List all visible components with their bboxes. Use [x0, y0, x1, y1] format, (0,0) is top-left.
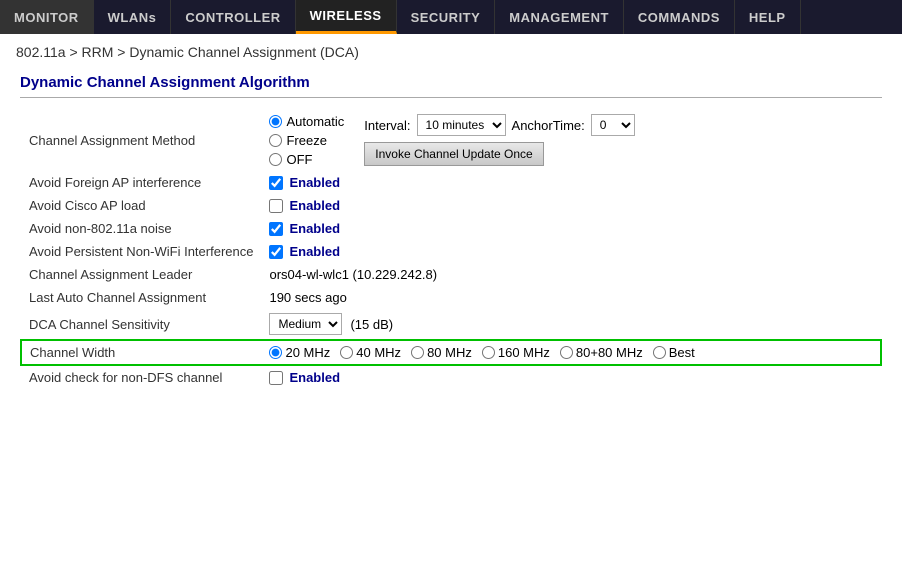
avoid-noise-enabled: Enabled: [289, 221, 340, 236]
cw-best-label: Best: [669, 345, 695, 360]
cw-160mhz-option[interactable]: 160 MHz: [482, 345, 550, 360]
cw-80mhz-option[interactable]: 80 MHz: [411, 345, 472, 360]
main-content: Dynamic Channel Assignment Algorithm Cha…: [0, 64, 902, 409]
breadcrumb: 802.11a > RRM > Dynamic Channel Assignme…: [0, 34, 902, 64]
cw-20mhz-option[interactable]: 20 MHz: [269, 345, 330, 360]
channel-leader-value: ors04-wl-wlc1 (10.229.242.8): [261, 263, 881, 286]
last-auto-label: Last Auto Channel Assignment: [21, 286, 261, 309]
last-auto-row: Last Auto Channel Assignment 190 secs ag…: [21, 286, 881, 309]
avoid-dfs-value: Enabled: [261, 365, 881, 389]
cw-80mhz-radio[interactable]: [411, 346, 424, 359]
method-freeze-radio[interactable]: [269, 134, 282, 147]
avoid-noise-value: Enabled: [261, 217, 881, 240]
nav-management[interactable]: MANAGEMENT: [495, 0, 624, 34]
avoid-dfs-checkbox[interactable]: [269, 371, 283, 385]
top-navigation: MONITOR WLANs CONTROLLER WIRELESS SECURI…: [0, 0, 902, 34]
nav-commands[interactable]: COMMANDS: [624, 0, 735, 34]
cw-best-radio[interactable]: [653, 346, 666, 359]
avoid-dfs-row: Avoid check for non-DFS channel Enabled: [21, 365, 881, 389]
avoid-cisco-ap-enabled: Enabled: [289, 198, 340, 213]
avoid-foreign-ap-row: Avoid Foreign AP interference Enabled: [21, 171, 881, 194]
nav-wireless[interactable]: WIRELESS: [296, 0, 397, 34]
avoid-persistent-row: Avoid Persistent Non-WiFi Interference E…: [21, 240, 881, 263]
avoid-foreign-ap-enabled: Enabled: [289, 175, 340, 190]
cw-80plus80mhz-option[interactable]: 80+80 MHz: [560, 345, 643, 360]
avoid-noise-checkbox[interactable]: [269, 222, 283, 236]
last-auto-value: 190 secs ago: [261, 286, 881, 309]
channel-assignment-method-row: Channel Assignment Method Automatic Free…: [21, 110, 881, 171]
anchor-time-select[interactable]: 0123 4567 891011 12131415 16171819 20212…: [591, 114, 635, 136]
cw-40mhz-option[interactable]: 40 MHz: [340, 345, 401, 360]
cw-20mhz-radio[interactable]: [269, 346, 282, 359]
cw-20mhz-label: 20 MHz: [285, 345, 330, 360]
avoid-persistent-value: Enabled: [261, 240, 881, 263]
avoid-dfs-label: Avoid check for non-DFS channel: [21, 365, 261, 389]
interval-row: Interval: 10 minutes 1 minute 2 minutes …: [364, 114, 634, 136]
cw-80plus80mhz-radio[interactable]: [560, 346, 573, 359]
avoid-persistent-enabled: Enabled: [289, 244, 340, 259]
cw-best-option[interactable]: Best: [653, 345, 695, 360]
nav-wlans[interactable]: WLANs: [94, 0, 172, 34]
cw-80plus80mhz-label: 80+80 MHz: [576, 345, 643, 360]
dca-sensitivity-label: DCA Channel Sensitivity: [21, 309, 261, 340]
avoid-foreign-ap-checkbox[interactable]: [269, 176, 283, 190]
avoid-dfs-enabled: Enabled: [289, 370, 340, 385]
method-off-option[interactable]: OFF: [269, 152, 344, 167]
cw-160mhz-label: 160 MHz: [498, 345, 550, 360]
avoid-persistent-label: Avoid Persistent Non-WiFi Interference: [21, 240, 261, 263]
cw-40mhz-radio[interactable]: [340, 346, 353, 359]
method-automatic-label: Automatic: [286, 114, 344, 129]
method-freeze-option[interactable]: Freeze: [269, 133, 344, 148]
avoid-foreign-ap-value: Enabled: [261, 171, 881, 194]
avoid-noise-label: Avoid non-802.11a noise: [21, 217, 261, 240]
channel-width-label: Channel Width: [21, 340, 261, 365]
cw-80mhz-label: 80 MHz: [427, 345, 472, 360]
method-radio-group: Automatic Freeze OFF: [269, 114, 344, 167]
avoid-cisco-ap-checkbox[interactable]: [269, 199, 283, 213]
invoke-channel-update-button[interactable]: Invoke Channel Update Once: [364, 142, 543, 166]
method-automatic-option[interactable]: Automatic: [269, 114, 344, 129]
channel-assignment-method-label: Channel Assignment Method: [21, 110, 261, 171]
dca-sensitivity-note: (15 dB): [350, 317, 393, 332]
cw-160mhz-radio[interactable]: [482, 346, 495, 359]
channel-assignment-method-options: Automatic Freeze OFF Interva: [261, 110, 881, 171]
avoid-cisco-ap-value: Enabled: [261, 194, 881, 217]
method-off-label: OFF: [286, 152, 312, 167]
channel-width-options: 20 MHz 40 MHz 80 MHz 160 MHz: [261, 340, 881, 365]
dca-sensitivity-row: DCA Channel Sensitivity Low Medium High …: [21, 309, 881, 340]
channel-leader-label: Channel Assignment Leader: [21, 263, 261, 286]
avoid-noise-row: Avoid non-802.11a noise Enabled: [21, 217, 881, 240]
cw-40mhz-label: 40 MHz: [356, 345, 401, 360]
nav-controller[interactable]: CONTROLLER: [171, 0, 295, 34]
channel-width-row: Channel Width 20 MHz 40 MHz 80 MHz: [21, 340, 881, 365]
form-table: Channel Assignment Method Automatic Free…: [20, 110, 882, 389]
avoid-persistent-checkbox[interactable]: [269, 245, 283, 259]
nav-security[interactable]: SECURITY: [397, 0, 496, 34]
method-automatic-radio[interactable]: [269, 115, 282, 128]
section-title: Dynamic Channel Assignment Algorithm: [20, 74, 882, 98]
avoid-cisco-ap-row: Avoid Cisco AP load Enabled: [21, 194, 881, 217]
nav-help[interactable]: HELP: [735, 0, 801, 34]
channel-leader-row: Channel Assignment Leader ors04-wl-wlc1 …: [21, 263, 881, 286]
method-freeze-label: Freeze: [286, 133, 326, 148]
interval-label: Interval:: [364, 118, 410, 133]
method-off-radio[interactable]: [269, 153, 282, 166]
avoid-foreign-ap-label: Avoid Foreign AP interference: [21, 171, 261, 194]
dca-sensitivity-select[interactable]: Low Medium High: [269, 313, 342, 335]
anchor-time-label: AnchorTime:: [512, 118, 585, 133]
avoid-cisco-ap-label: Avoid Cisco AP load: [21, 194, 261, 217]
dca-sensitivity-value: Low Medium High (15 dB): [261, 309, 881, 340]
interval-select[interactable]: 10 minutes 1 minute 2 minutes 5 minutes …: [417, 114, 506, 136]
nav-monitor[interactable]: MONITOR: [0, 0, 94, 34]
